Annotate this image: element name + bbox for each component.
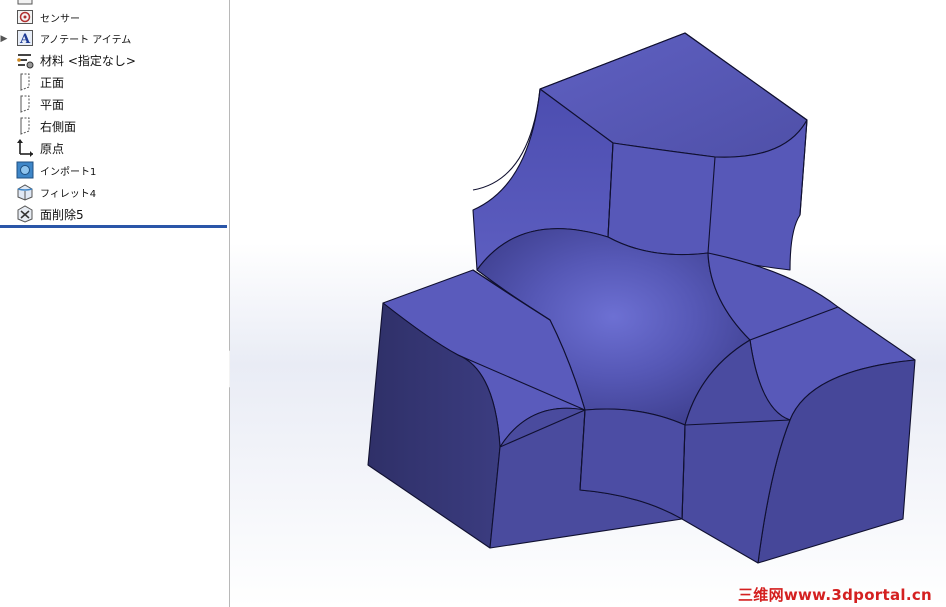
graphics-viewport[interactable]: 三维网www.3dportal.cn (230, 0, 946, 607)
tree-item-label: 平面 (40, 98, 65, 112)
plane-icon (16, 117, 34, 135)
tree-item-import[interactable]: インポート1 (0, 160, 228, 181)
tree-item-label: 材料 <指定なし> (40, 54, 136, 68)
watermark: 三维网www.3dportal.cn (737, 586, 932, 604)
plane-icon (16, 95, 34, 113)
tree-item-label: インポート1 (40, 167, 97, 178)
delete-face-icon (16, 205, 34, 223)
3d-model[interactable] (230, 0, 946, 607)
tree-item-label: 右側面 (40, 120, 77, 134)
expand-arrow-icon[interactable]: ▶ (0, 28, 8, 49)
fillet-icon (16, 183, 34, 201)
plane-icon (16, 73, 34, 91)
tree-item-label: 原点 (40, 142, 65, 156)
tree-item-annotations[interactable]: ▶ A アノテート アイテム (0, 28, 228, 49)
tree-item-label: フィレット4 (40, 189, 97, 200)
solid-body (367, 32, 916, 564)
annotation-icon: A (16, 29, 34, 47)
tree-item-label: センサー (40, 14, 80, 25)
tree-item-label: 正面 (40, 76, 65, 90)
tree-item-fillet[interactable]: フィレット4 (0, 182, 228, 203)
tree-item-right-plane[interactable]: 右側面 (0, 116, 228, 137)
tree-item-origin[interactable]: 原点 (0, 138, 228, 159)
origin-icon (16, 139, 34, 157)
tree-item-label: アノテート アイテム (40, 35, 132, 46)
tree-item-top-plane[interactable]: 平面 (0, 94, 228, 115)
tree-item-front-plane[interactable]: 正面 (0, 72, 228, 93)
svg-text:A: A (19, 32, 31, 47)
tree-item-delete-face[interactable]: 面削除5 (0, 204, 228, 225)
sensor-icon (16, 8, 34, 26)
import-icon (16, 161, 34, 179)
material-icon (16, 51, 34, 69)
rollback-bar[interactable] (0, 225, 227, 228)
feature-manager-tree: センサー ▶ A アノテート アイテム 材料 <指定なし> 正面 平面 右側面 (0, 0, 230, 607)
tree-item-sensors[interactable]: センサー (0, 7, 228, 28)
folder-icon (16, 0, 34, 7)
tree-item-material[interactable]: 材料 <指定なし> (0, 50, 228, 71)
tree-item-label: 面削除5 (40, 208, 84, 222)
